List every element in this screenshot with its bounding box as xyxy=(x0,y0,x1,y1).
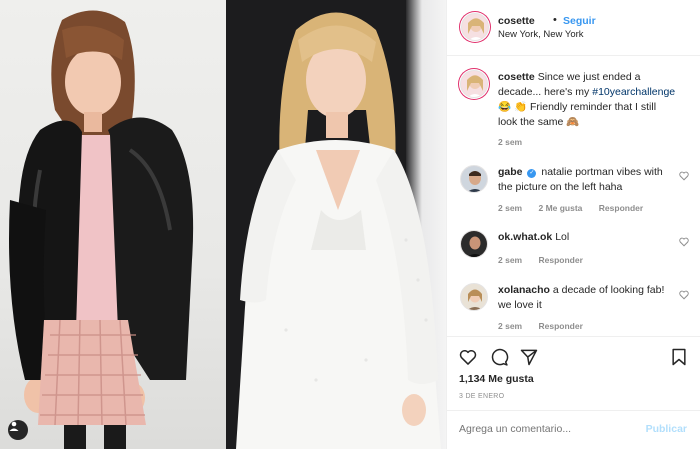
follow-button[interactable]: Seguir xyxy=(563,15,596,27)
teen-illustration xyxy=(236,12,441,449)
post-photo[interactable] xyxy=(0,0,446,449)
post-sidebar: cosette • Seguir New York, New York cose… xyxy=(446,0,700,449)
location-link[interactable]: New York, New York xyxy=(498,29,584,40)
reply-button[interactable]: Responder xyxy=(599,203,643,213)
comment-time[interactable]: 2 sem xyxy=(498,203,522,213)
comment-meta: 2 sem Responder xyxy=(498,255,597,265)
caption-username[interactable]: cosette xyxy=(498,71,535,83)
publish-button[interactable]: Publicar xyxy=(646,423,687,435)
bookmark-icon[interactable] xyxy=(669,347,689,367)
header-separator: • xyxy=(553,14,557,26)
comment-username[interactable]: ok.what.ok xyxy=(498,231,552,243)
reply-button[interactable]: Responder xyxy=(538,321,582,331)
comment-username[interactable]: xolanacho xyxy=(498,284,550,296)
comment-text: ok.what.ok Lol xyxy=(498,230,678,245)
comment-like-heart-icon[interactable] xyxy=(679,171,689,181)
post-date[interactable]: 3 DE ENERO xyxy=(459,393,504,400)
caption-text: cosette Since we just ended a decade... … xyxy=(498,70,678,130)
comment-icon[interactable] xyxy=(489,347,509,367)
comment-like-heart-icon[interactable] xyxy=(679,290,689,300)
comment-meta: 2 sem Responder xyxy=(498,321,597,331)
caption-time[interactable]: 2 sem xyxy=(498,137,522,147)
comment-time[interactable]: 2 sem xyxy=(498,321,522,331)
child-illustration xyxy=(9,10,194,449)
comment-form: Publicar xyxy=(447,410,700,450)
caption-emoji-monkey: 🙈 xyxy=(566,116,580,128)
comment-body: Lol xyxy=(555,231,570,243)
hashtag-link[interactable]: #10yearchallenge xyxy=(592,86,675,98)
verified-badge-icon: ✓ xyxy=(527,169,537,178)
caption-emoji-clap: 👏 xyxy=(514,101,528,113)
caption-meta: 2 sem xyxy=(498,137,536,147)
caption-emoji-laugh: 😂 xyxy=(498,101,512,113)
share-icon[interactable] xyxy=(519,347,539,367)
post-actions: 1,134 Me gusta 3 DE ENERO Publicar xyxy=(447,336,700,449)
comment-username[interactable]: gabe xyxy=(498,166,523,178)
comment-text: xolanacho a decade of looking fab! we lo… xyxy=(498,283,678,313)
comment-text: gabe ✓ natalie portman vibes with the pi… xyxy=(498,165,678,195)
likes-count[interactable]: 1,134 Me gusta xyxy=(459,373,534,385)
header-avatar[interactable] xyxy=(461,13,489,41)
comment-avatar[interactable] xyxy=(460,283,488,311)
reply-button[interactable]: Responder xyxy=(538,255,582,265)
user-tag-icon[interactable] xyxy=(8,420,28,440)
comment-body: natalie portman vibes with the picture o… xyxy=(498,166,663,193)
photo-right-teen xyxy=(226,0,446,449)
comment-input[interactable] xyxy=(459,423,639,435)
heart-icon[interactable] xyxy=(458,347,478,367)
comment-avatar[interactable] xyxy=(460,165,488,193)
photo-left-child xyxy=(0,0,226,449)
post-header: cosette • Seguir New York, New York xyxy=(447,0,700,56)
comment-likes[interactable]: 2 Me gusta xyxy=(538,203,582,213)
comment-avatar[interactable] xyxy=(460,230,488,258)
comment-like-heart-icon[interactable] xyxy=(679,237,689,247)
comment-meta: 2 sem 2 Me gusta Responder xyxy=(498,203,657,213)
comment-time[interactable]: 2 sem xyxy=(498,255,522,265)
header-username[interactable]: cosette xyxy=(498,15,535,27)
instagram-post: cosette • Seguir New York, New York cose… xyxy=(0,0,700,449)
caption-avatar[interactable] xyxy=(460,70,488,98)
